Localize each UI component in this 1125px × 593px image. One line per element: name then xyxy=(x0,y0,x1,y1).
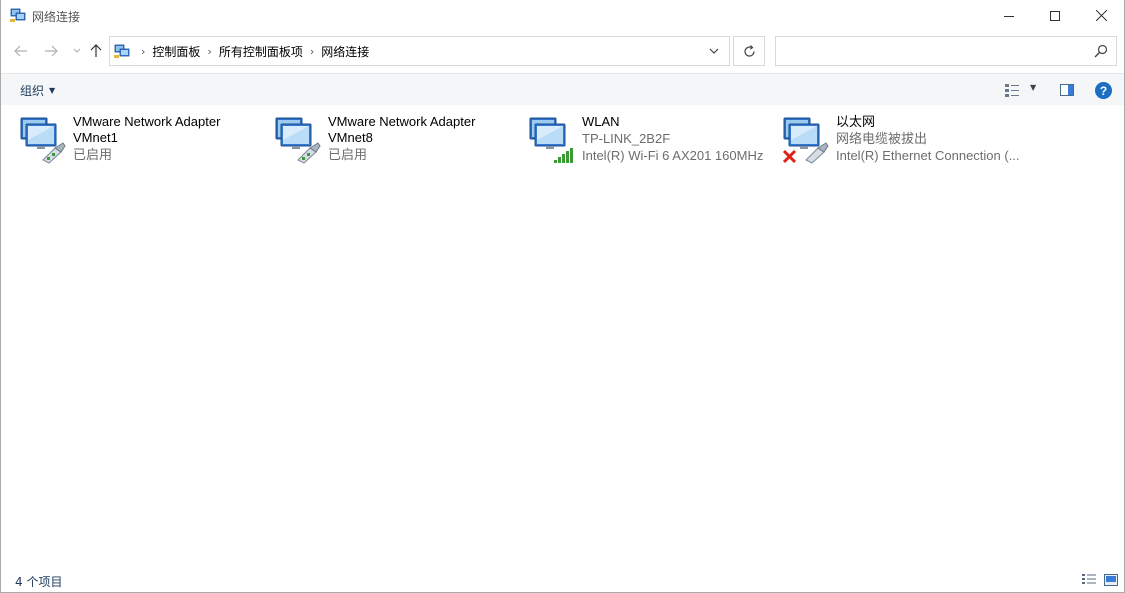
connection-name: VMware Network Adapter xyxy=(73,114,221,129)
close-button[interactable] xyxy=(1078,0,1124,31)
large-icons-view-icon[interactable] xyxy=(1104,573,1118,587)
title-bar: 网络连接 xyxy=(1,0,1124,31)
connection-text: VMware Network Adapter VMnet1 已启用 xyxy=(73,114,271,163)
view-options-dropdown[interactable]: ▼ xyxy=(1030,83,1036,92)
connection-item-wlan[interactable]: WLAN TP-LINK_2B2F Intel(R) Wi-Fi 6 AX201… xyxy=(528,114,782,174)
control-panel-icon xyxy=(114,44,130,58)
connection-status: 网络电缆被拔出 xyxy=(836,131,928,146)
breadcrumb-item[interactable]: 控制面板 xyxy=(152,43,200,60)
item-count: 4 个项目 xyxy=(15,575,63,589)
back-button[interactable] xyxy=(11,41,31,61)
recent-locations-button[interactable] xyxy=(67,41,87,61)
chevron-down-icon xyxy=(709,48,719,54)
up-button[interactable] xyxy=(86,41,106,61)
address-history-button[interactable] xyxy=(707,44,721,58)
connection-device: Intel(R) Ethernet Connection (... xyxy=(836,148,1020,163)
connection-text: 以太网 网络电缆被拔出 Intel(R) Ethernet Connection… xyxy=(836,114,1034,164)
maximize-button[interactable] xyxy=(1032,0,1078,31)
explorer-window: 网络连接 › 控制面板 › 所有控制面板项 › 网络连接 组织 ▼ ▼ ? VM… xyxy=(0,0,1125,593)
connection-name: VMware Network Adapter xyxy=(328,114,476,129)
search-icon xyxy=(1094,44,1108,58)
address-bar[interactable]: › 控制面板 › 所有控制面板项 › 网络连接 xyxy=(109,36,730,66)
refresh-button[interactable] xyxy=(733,36,765,66)
wifi-adapter-icon xyxy=(529,117,573,163)
connection-device: Intel(R) Wi-Fi 6 AX201 160MHz xyxy=(582,148,764,163)
preview-pane-icon[interactable] xyxy=(1059,82,1075,98)
chevron-right-icon: › xyxy=(141,44,146,58)
details-view-icon[interactable] xyxy=(1082,573,1096,587)
connections-list: VMware Network Adapter VMnet1 已启用 VMware… xyxy=(1,106,1124,566)
help-button[interactable]: ? xyxy=(1095,82,1112,99)
organize-label: 组织 xyxy=(20,84,45,98)
arrow-right-icon xyxy=(45,45,58,57)
connection-status: 已启用 xyxy=(328,147,368,162)
signal-bars-icon xyxy=(554,148,573,163)
organize-menu[interactable]: 组织 ▼ xyxy=(20,82,55,99)
connection-item-vmnet8[interactable]: VMware Network Adapter VMnet8 已启用 xyxy=(274,114,528,174)
change-view-icon[interactable] xyxy=(1004,82,1020,98)
caret-down-icon: ▼ xyxy=(49,86,56,95)
navigation-bar: › 控制面板 › 所有控制面板项 › 网络连接 xyxy=(1,31,1124,71)
connection-item-vmnet1[interactable]: VMware Network Adapter VMnet1 已启用 xyxy=(19,114,273,174)
search-input[interactable] xyxy=(775,36,1117,66)
status-bar: 4 个项目 xyxy=(1,566,1124,593)
chevron-down-icon xyxy=(73,48,81,53)
breadcrumb: › 控制面板 › 所有控制面板项 › 网络连接 xyxy=(134,37,369,65)
help-icon: ? xyxy=(1099,83,1108,98)
connection-network: TP-LINK_2B2F xyxy=(582,131,671,146)
connection-name: 以太网 xyxy=(836,114,876,129)
minimize-icon xyxy=(1004,15,1014,17)
forward-button[interactable] xyxy=(41,41,61,61)
connection-text: VMware Network Adapter VMnet8 已启用 xyxy=(328,114,526,163)
chevron-right-icon[interactable]: › xyxy=(207,45,211,58)
connection-name-line2: VMnet1 xyxy=(73,130,118,145)
network-adapter-icon xyxy=(275,117,321,164)
connection-name-line2: VMnet8 xyxy=(328,130,373,145)
connection-name: WLAN xyxy=(582,114,620,129)
chevron-right-icon[interactable]: › xyxy=(310,45,314,58)
arrow-up-icon xyxy=(90,44,102,57)
close-icon xyxy=(1095,10,1107,21)
connection-status: 已启用 xyxy=(73,147,113,162)
connection-text: WLAN TP-LINK_2B2F Intel(R) Wi-Fi 6 AX201… xyxy=(582,114,780,164)
command-bar: 组织 ▼ ▼ ? xyxy=(1,73,1124,105)
network-connections-icon xyxy=(10,8,26,22)
red-x-icon xyxy=(782,149,797,164)
maximize-icon xyxy=(1050,10,1060,21)
network-adapter-icon xyxy=(20,117,66,164)
ethernet-disconnected-icon xyxy=(782,117,829,164)
window-title: 网络连接 xyxy=(32,10,81,24)
breadcrumb-item[interactable]: 所有控制面板项 xyxy=(219,43,303,60)
minimize-button[interactable] xyxy=(986,0,1032,31)
arrow-left-icon xyxy=(14,45,27,57)
breadcrumb-item[interactable]: 网络连接 xyxy=(321,43,369,60)
connection-item-ethernet[interactable]: 以太网 网络电缆被拔出 Intel(R) Ethernet Connection… xyxy=(782,114,1036,174)
refresh-icon xyxy=(743,44,755,57)
